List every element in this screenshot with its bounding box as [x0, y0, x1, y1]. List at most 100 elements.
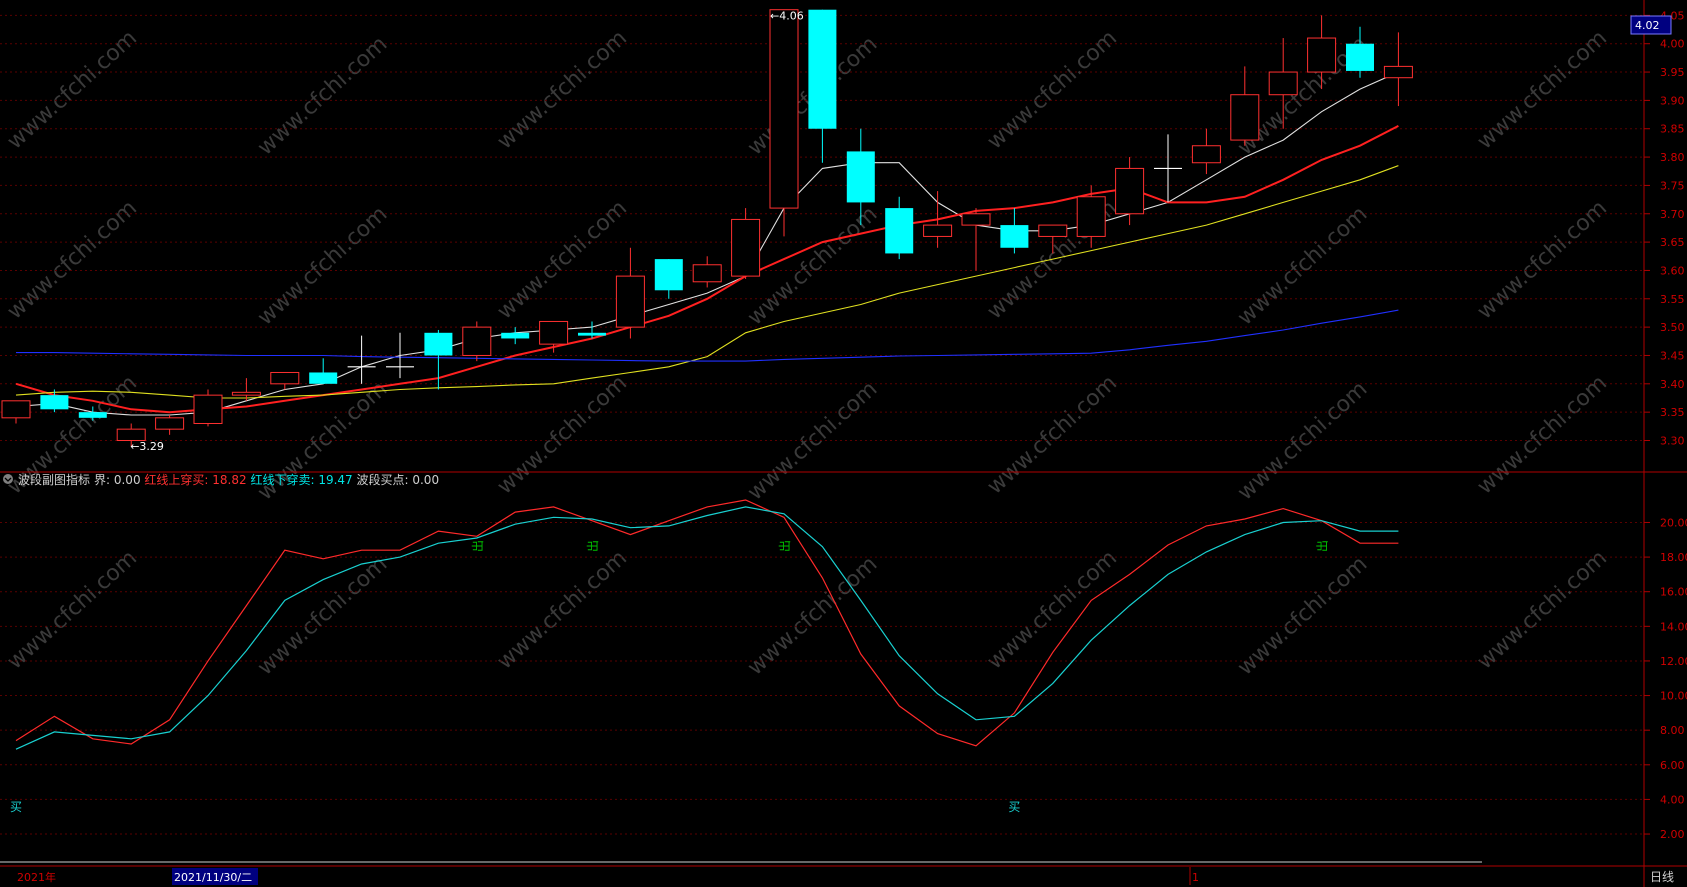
candle-body: [1000, 225, 1029, 248]
price-tick-label: 3.70: [1660, 208, 1685, 221]
candle-body: [116, 428, 146, 441]
price-tick-label: 3.50: [1660, 321, 1685, 334]
watermark-text: www.cfchi.com: [743, 377, 882, 506]
watermark-text: www.cfchi.com: [253, 202, 392, 331]
stock-chart[interactable]: www.cfchi.com www.cfchi.com www.cfchi.com w…: [0, 0, 1687, 887]
signal-markers: 买 买 出 出 出 出: [10, 540, 1330, 814]
candle-body: [692, 264, 722, 283]
candle-body: [231, 391, 261, 396]
candle-body: [1076, 196, 1106, 237]
price-tick-label: 3.40: [1660, 378, 1685, 391]
indicator-values: 界: 0.00 红线上穿买: 18.82 红线下穿卖: 19.47 波段买点: …: [94, 472, 439, 487]
candle-body: [155, 417, 185, 430]
last-price-tag: 4.02: [1635, 19, 1660, 32]
price-tick-label: 3.85: [1660, 123, 1685, 136]
watermark-text: www.cfchi.com: [983, 26, 1122, 155]
indicator-item-label: 红线下穿卖:: [247, 472, 319, 487]
candle-body: [1307, 37, 1337, 73]
cyan-line: [15, 506, 1399, 750]
candle-body: [270, 371, 300, 385]
indicator-lines: [15, 499, 1399, 750]
watermark-layer: www.cfchi.com www.cfchi.com www.cfchi.com w…: [3, 26, 1612, 681]
candle-body: [846, 151, 875, 203]
buy-signal: 买: [10, 800, 22, 814]
candle-body: [78, 412, 107, 418]
candle-body: [654, 259, 683, 291]
watermark-text: www.cfchi.com: [1473, 196, 1612, 325]
price-tick-label: 3.35: [1660, 406, 1685, 419]
indicator-grid: [0, 521, 1644, 835]
bottom-bar: 2021年 2021/11/30/二 1 日线: [17, 867, 1674, 885]
candle-body: [309, 372, 338, 384]
candle-body: [769, 9, 799, 209]
candle-body: [462, 326, 492, 356]
price-tick-label: 3.60: [1660, 264, 1685, 277]
indicator-tick-label: 20.00: [1660, 516, 1687, 529]
watermark-text: www.cfchi.com: [3, 196, 142, 325]
indicator-item-value: 0.00: [412, 473, 439, 487]
watermark-text: www.cfchi.com: [983, 371, 1122, 500]
sell-signal: 出: [586, 540, 600, 552]
sell-signal: 出: [778, 540, 792, 552]
watermark-text: www.cfchi.com: [1473, 546, 1612, 675]
price-tick-label: 4.00: [1660, 38, 1685, 51]
price-tick-label: 3.80: [1660, 151, 1685, 164]
candle-body: [1191, 145, 1221, 164]
candle-body: [1115, 167, 1145, 215]
indicator-tick-label: 14.00: [1660, 620, 1687, 633]
price-tick-label: 3.45: [1660, 349, 1685, 362]
candle-body: [501, 332, 530, 339]
watermark-text: www.cfchi.com: [253, 32, 392, 161]
period-label[interactable]: 日线: [1650, 870, 1674, 884]
moving-average-lines: [15, 71, 1399, 416]
candle-body: [961, 213, 991, 226]
price-tick-label: 3.55: [1660, 293, 1685, 306]
indicator-tick-label: 6.00: [1660, 759, 1685, 772]
watermark-text: www.cfchi.com: [1473, 26, 1612, 155]
candle-body: [1346, 43, 1374, 71]
candle-body: [615, 275, 645, 328]
watermark-text: www.cfchi.com: [1473, 371, 1612, 500]
year-label: 2021年: [17, 870, 56, 884]
indicator-tick-label: 18.00: [1660, 551, 1687, 564]
candle-body: [885, 208, 914, 254]
indicator-tick-label: 16.00: [1660, 586, 1687, 599]
buy-signal: 买: [1008, 800, 1020, 814]
watermark-text: www.cfchi.com: [983, 546, 1122, 675]
price-tick-label: 3.30: [1660, 434, 1685, 447]
candle-body: [424, 332, 453, 356]
month-marker: 1: [1192, 871, 1199, 884]
watermark-text: www.cfchi.com: [1233, 202, 1372, 331]
indicator-tick-label: 8.00: [1660, 724, 1685, 737]
ma-line-ma5: [15, 71, 1399, 416]
candle-body: [40, 395, 69, 410]
candle-body: [1, 400, 31, 419]
candle-body: [539, 320, 569, 345]
candle-body: [731, 218, 761, 277]
indicator-tick-label: 10.00: [1660, 690, 1687, 703]
indicator-tick-label: 4.00: [1660, 793, 1685, 806]
high-marker: ←4.06: [770, 10, 804, 23]
sell-signal: 出: [1316, 540, 1330, 552]
indicator-title: 波段副图指标: [18, 472, 90, 487]
candle-body: [1268, 71, 1298, 96]
low-marker: ←3.29: [130, 440, 164, 453]
collapse-icon[interactable]: [3, 474, 13, 484]
candle-body: [1383, 65, 1413, 79]
watermark-text: www.cfchi.com: [493, 371, 632, 500]
candle-body: [923, 224, 953, 237]
indicator-item-value: 0.00: [114, 473, 141, 487]
candle-body: [808, 9, 837, 129]
candle-body: [1038, 224, 1068, 237]
watermark-text: www.cfchi.com: [3, 26, 142, 155]
candle-body: [578, 332, 606, 336]
candle-body: [193, 394, 223, 424]
y-axis: 3.30 3.35 3.40 3.45 3.50 3.55 3.60 3.65 3.70 3.75…: [1644, 9, 1687, 841]
candlestick-series[interactable]: [1, 9, 1413, 447]
watermark-text: www.cfchi.com: [3, 546, 142, 675]
price-tick-label: 3.65: [1660, 236, 1685, 249]
indicator-tick-label: 12.00: [1660, 655, 1687, 668]
watermark-text: www.cfchi.com: [743, 202, 882, 331]
indicator-item-value: 19.47: [318, 473, 352, 487]
indicator-tick-label: 2.00: [1660, 828, 1685, 841]
